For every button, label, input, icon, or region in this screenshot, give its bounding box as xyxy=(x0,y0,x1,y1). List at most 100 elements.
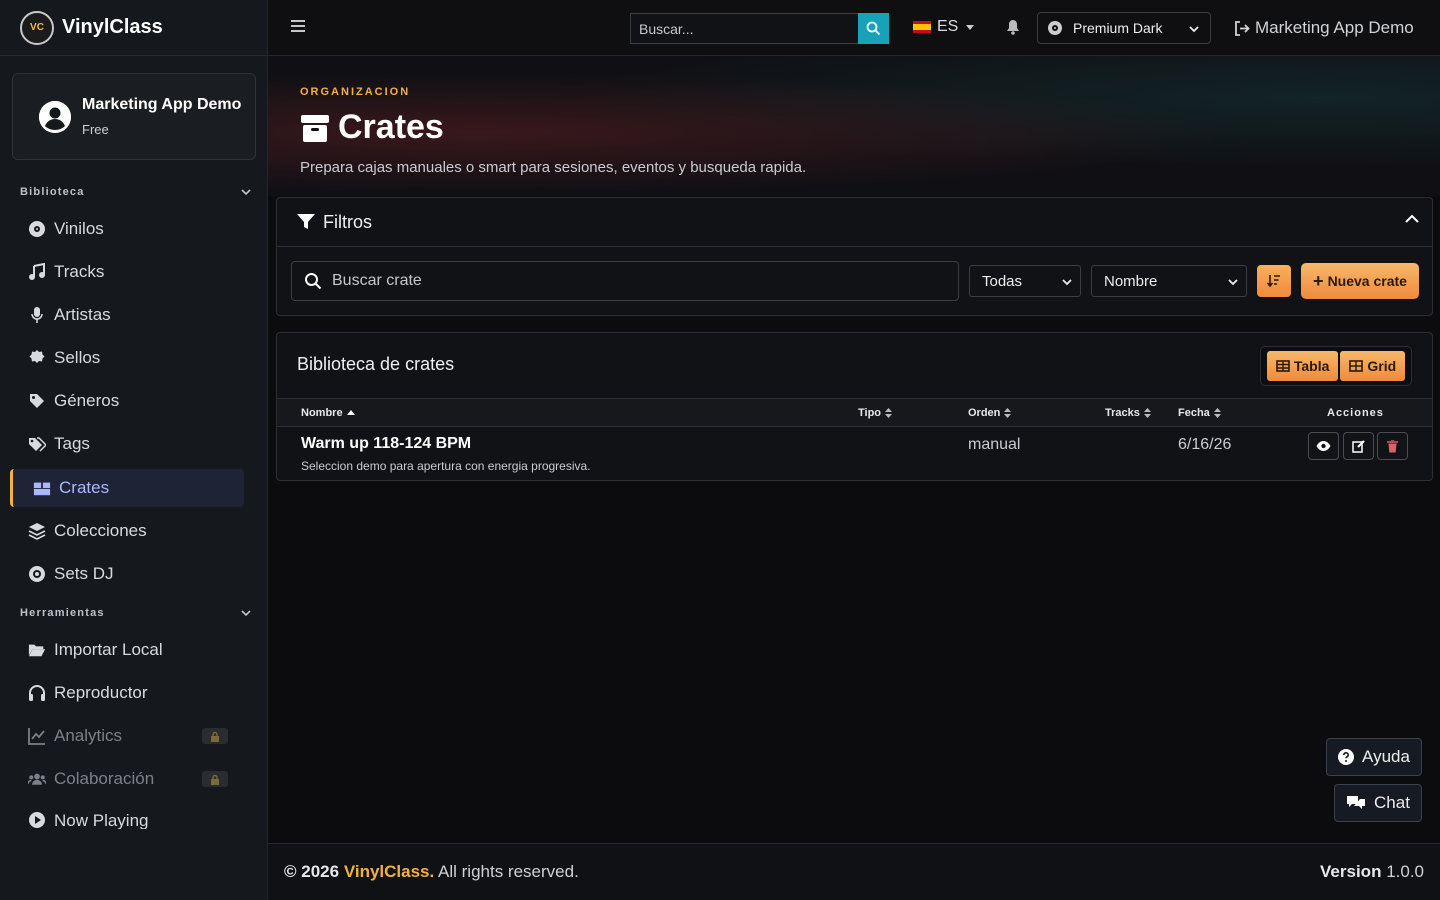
boxes-icon xyxy=(33,479,51,497)
sidebar-item-sellos[interactable]: Sellos xyxy=(10,339,244,377)
global-search-button[interactable] xyxy=(858,13,889,44)
sidebar-item-tracks[interactable]: Tracks xyxy=(10,253,244,291)
top-header: ES Premium Dark Marketing App Demo xyxy=(268,0,1440,56)
column-header-tipo[interactable]: Tipo xyxy=(858,407,893,419)
sort-up-icon xyxy=(346,410,355,415)
tags-icon xyxy=(28,435,46,453)
sidebar-item-colecciones[interactable]: Colecciones xyxy=(10,512,244,550)
column-header-orden[interactable]: Orden xyxy=(968,407,1012,419)
sidebar-item-reproductor[interactable]: Reproductor xyxy=(10,674,244,712)
type-filter-value: Todas xyxy=(982,272,1023,290)
sidebar-item-sets-dj[interactable]: Sets DJ xyxy=(10,555,244,593)
question-circle-icon xyxy=(1338,749,1355,765)
eye-icon xyxy=(1316,441,1331,451)
page-hero: ORGANIZACION Crates Prepara cajas manual… xyxy=(268,56,1440,196)
box-icon xyxy=(300,113,330,143)
grid-icon xyxy=(1349,360,1364,372)
chevron-down-icon xyxy=(1228,279,1238,286)
table-header: Nombre Tipo Orden Tracks Fecha Acciones xyxy=(277,398,1432,427)
nav-section-biblioteca[interactable]: Biblioteca xyxy=(20,184,252,200)
sidebar-item-generos[interactable]: Géneros xyxy=(10,382,244,420)
crate-name[interactable]: Warm up 118-124 BPM xyxy=(301,435,471,453)
language-selector[interactable]: ES xyxy=(913,18,975,36)
library-title: Biblioteca de crates xyxy=(297,354,455,374)
user-plan: Free xyxy=(82,122,109,137)
filters-header[interactable]: Filtros xyxy=(277,198,1432,247)
global-search-input[interactable] xyxy=(630,13,858,44)
chevron-down-icon xyxy=(1189,26,1199,33)
sidebar-item-analytics[interactable]: Analytics xyxy=(10,717,244,755)
trash-icon xyxy=(1387,439,1398,452)
sidebar-item-label: Colaboración xyxy=(54,769,155,788)
record-icon xyxy=(28,565,46,583)
column-header-tracks[interactable]: Tracks xyxy=(1105,407,1151,419)
sidebar-item-label: Now Playing xyxy=(54,811,149,829)
language-label: ES xyxy=(937,18,959,35)
view-grid-button[interactable]: Grid xyxy=(1340,351,1406,381)
user-card[interactable]: Marketing App Demo Free xyxy=(12,73,256,160)
chat-button[interactable]: Chat xyxy=(1334,784,1422,822)
chevron-down-icon xyxy=(241,610,251,617)
sidebar-item-label: Tracks xyxy=(54,262,105,281)
theme-select[interactable]: Premium Dark xyxy=(1037,12,1211,44)
search-icon xyxy=(866,21,881,36)
crate-search-input[interactable] xyxy=(332,272,932,290)
sort-icon xyxy=(885,408,893,418)
chat-label: Chat xyxy=(1374,793,1410,812)
sidebar-item-label: Crates xyxy=(59,478,110,497)
new-crate-button[interactable]: + Nueva crate xyxy=(1301,263,1419,299)
sidebar-item-colaboracion[interactable]: Colaboración xyxy=(10,760,244,798)
chevron-up-icon[interactable] xyxy=(1404,214,1420,224)
column-header-fecha[interactable]: Fecha xyxy=(1178,407,1221,419)
crate-search xyxy=(291,261,959,301)
edit-crate-button[interactable] xyxy=(1343,432,1374,460)
sidebar-item-label: Géneros xyxy=(54,391,120,410)
view-table-button[interactable]: Tabla xyxy=(1266,351,1339,381)
user-name: Marketing App Demo xyxy=(82,96,242,113)
view-table-label: Tabla xyxy=(1293,358,1330,374)
badge-icon xyxy=(28,349,46,367)
sidebar-item-vinilos[interactable]: Vinilos xyxy=(10,210,244,248)
column-header-acciones: Acciones xyxy=(1327,407,1384,419)
edit-icon xyxy=(1352,439,1365,453)
lock-icon xyxy=(202,728,228,744)
crate-library-card: Biblioteca de crates Tabla Grid Nombre T… xyxy=(276,332,1433,481)
column-label: Acciones xyxy=(1327,407,1384,419)
footer-brand-link[interactable]: VinylClass. xyxy=(344,862,434,881)
users-icon xyxy=(28,770,46,788)
sidebar-item-crates[interactable]: Crates xyxy=(10,469,244,507)
column-label: Fecha xyxy=(1178,407,1210,419)
footer: © 2026 VinylClass. All rights reserved. … xyxy=(268,843,1440,900)
sidebar-item-artistas[interactable]: Artistas xyxy=(10,296,244,334)
menu-icon[interactable] xyxy=(290,19,306,33)
bell-icon[interactable] xyxy=(1006,19,1020,35)
sort-icon xyxy=(1143,408,1151,418)
brand[interactable]: VC VinylClass xyxy=(0,0,267,56)
sort-direction-button[interactable] xyxy=(1257,265,1291,297)
sidebar-item-importar-local[interactable]: Importar Local xyxy=(10,631,244,669)
crate-order: manual xyxy=(968,436,1021,453)
nav-section-label: Biblioteca xyxy=(20,186,85,198)
nav-section-herramientas[interactable]: Herramientas xyxy=(20,605,252,621)
microphone-icon xyxy=(28,306,46,324)
sidebar-item-label: Tags xyxy=(54,434,90,453)
page-eyebrow: ORGANIZACION xyxy=(300,86,411,98)
folder-open-icon xyxy=(28,641,46,659)
delete-crate-button[interactable] xyxy=(1377,432,1408,460)
logout-link[interactable]: Marketing App Demo xyxy=(1234,18,1414,38)
page-subtitle: Prepara cajas manuales o smart para sesi… xyxy=(300,159,807,176)
view-grid-label: Grid xyxy=(1367,358,1397,374)
column-label: Tipo xyxy=(858,407,882,419)
sign-out-icon xyxy=(1235,20,1250,36)
sidebar-item-tags[interactable]: Tags xyxy=(10,425,244,463)
column-header-nombre[interactable]: Nombre xyxy=(301,407,355,419)
type-filter-select[interactable]: Todas xyxy=(969,265,1081,297)
sidebar-item-label: Importar Local xyxy=(54,640,163,659)
view-crate-button[interactable] xyxy=(1308,432,1339,460)
sort-field-value: Nombre xyxy=(1104,272,1158,290)
help-button[interactable]: Ayuda xyxy=(1326,738,1422,776)
sidebar-item-now-playing[interactable]: Now Playing xyxy=(10,803,244,829)
brand-logo: VC xyxy=(20,10,54,45)
sort-field-select[interactable]: Nombre xyxy=(1091,265,1247,297)
sidebar: VC VinylClass Marketing App Demo Free Bi… xyxy=(0,0,268,900)
